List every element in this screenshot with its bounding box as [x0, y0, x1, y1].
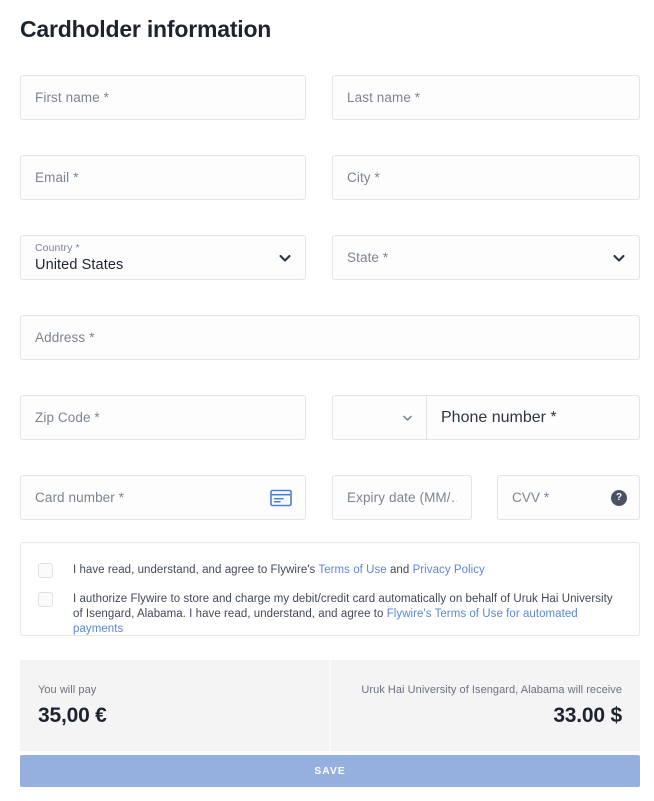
summary-pay-column: You will pay 35,00 € — [20, 660, 329, 751]
chevron-down-icon — [403, 415, 412, 421]
last-name-field[interactable]: Last name * — [332, 75, 640, 120]
authorization-text: I authorize Flywire to store and charge … — [73, 592, 623, 637]
cardholder-information-form: Cardholder information First name * Last… — [0, 0, 654, 801]
city-field[interactable]: City * — [332, 155, 640, 200]
consent-text-middle: and — [386, 564, 413, 576]
pay-amount: 35,00 € — [38, 704, 107, 727]
first-name-field[interactable]: First name * — [20, 75, 306, 120]
cvv-field[interactable]: CVV * ? — [497, 475, 640, 520]
receive-amount: 33.00 $ — [553, 704, 622, 727]
state-select[interactable]: State * — [332, 235, 640, 280]
zip-code-field[interactable]: Zip Code * — [20, 395, 306, 440]
country-value: United States — [35, 257, 124, 273]
email-placeholder: Email * — [35, 170, 79, 185]
consent-checkbox[interactable] — [38, 563, 53, 578]
consent-text-before: I have read, understand, and agree to Fl… — [73, 564, 319, 576]
expiry-date-placeholder: Expiry date (MM/… — [347, 490, 457, 505]
phone-number-field[interactable]: Phone number * — [426, 395, 640, 440]
save-button[interactable]: SAVE — [20, 755, 640, 787]
address-placeholder: Address * — [35, 330, 95, 345]
zip-code-placeholder: Zip Code * — [35, 410, 100, 425]
address-field[interactable]: Address * — [20, 315, 640, 360]
receive-label: Uruk Hai University of Isengard, Alabama… — [361, 684, 622, 696]
city-placeholder: City * — [347, 170, 380, 185]
credit-card-icon — [270, 489, 292, 506]
authorization-checkbox[interactable] — [38, 592, 53, 607]
authorization-row: I authorize Flywire to store and charge … — [38, 592, 623, 637]
expiry-date-field[interactable]: Expiry date (MM/… — [332, 475, 472, 520]
email-field[interactable]: Email * — [20, 155, 306, 200]
pay-label: You will pay — [38, 684, 97, 696]
phone-number-placeholder: Phone number * — [441, 408, 557, 426]
state-placeholder: State * — [347, 250, 389, 265]
terms-agreement-box: I have read, understand, and agree to Fl… — [20, 542, 640, 636]
summary-receive-column: Uruk Hai University of Isengard, Alabama… — [329, 660, 640, 751]
card-number-placeholder: Card number * — [35, 490, 125, 505]
chevron-down-icon — [613, 254, 625, 262]
page-title: Cardholder information — [20, 16, 272, 42]
chevron-down-icon — [279, 254, 291, 262]
terms-of-use-link[interactable]: Terms of Use — [318, 564, 386, 576]
consent-row: I have read, understand, and agree to Fl… — [38, 563, 623, 578]
last-name-placeholder: Last name * — [347, 90, 421, 105]
privacy-policy-link[interactable]: Privacy Policy — [413, 564, 485, 576]
country-label: Country * — [35, 242, 80, 254]
country-select[interactable]: Country * United States — [20, 235, 306, 280]
help-icon[interactable]: ? — [611, 489, 627, 506]
phone-country-code-select[interactable] — [332, 395, 426, 440]
cvv-placeholder: CVV * — [512, 490, 550, 505]
first-name-placeholder: First name * — [35, 90, 109, 105]
payment-summary: You will pay 35,00 € Uruk Hai University… — [20, 660, 640, 751]
card-number-field[interactable]: Card number * — [20, 475, 306, 520]
consent-text: I have read, understand, and agree to Fl… — [73, 563, 485, 578]
